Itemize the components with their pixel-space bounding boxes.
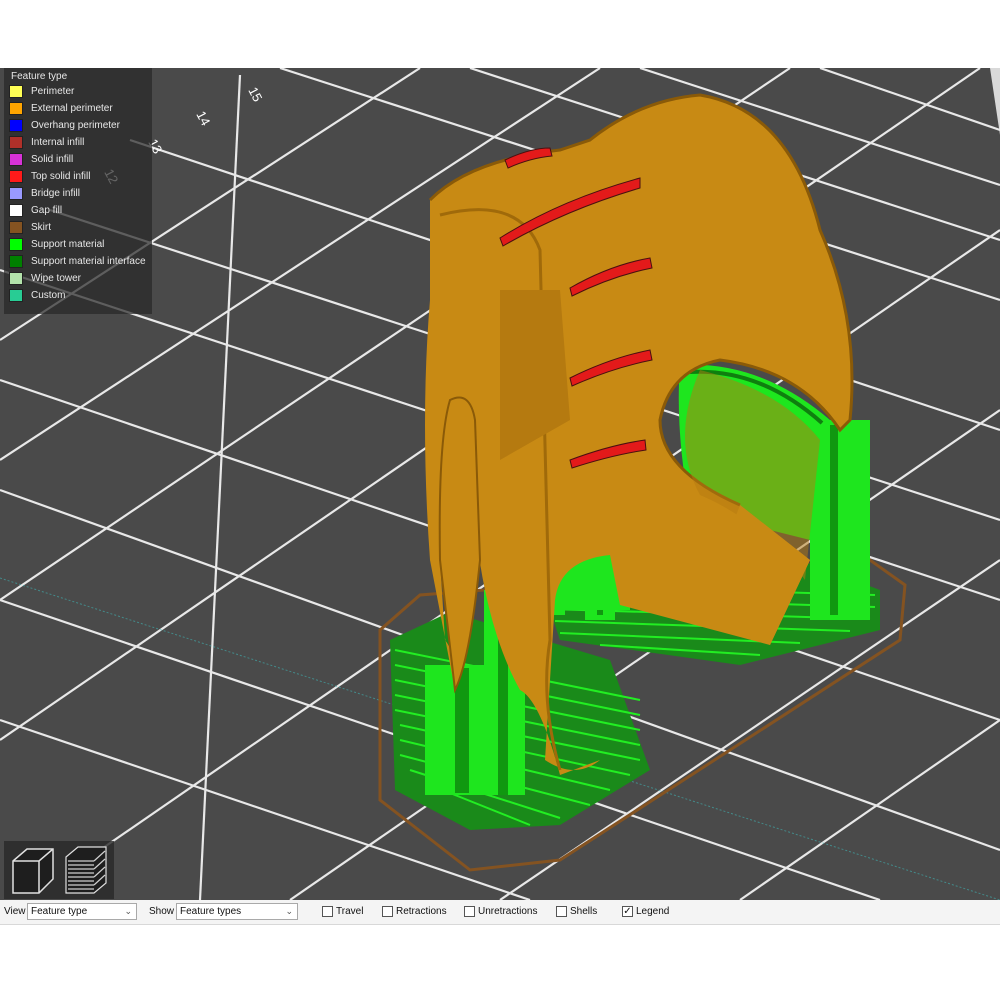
legend-item: Solid infill (9, 152, 151, 168)
3d-viewport[interactable]: 15 14 13 12 Feature type PerimeterExtern… (0, 68, 1000, 900)
unretractions-checkbox[interactable] (464, 906, 475, 917)
travel-label[interactable]: Travel (336, 906, 363, 917)
legend-item-label: External perimeter (31, 103, 113, 114)
travel-checkbox[interactable] (322, 906, 333, 917)
legend-item: Skirt (9, 220, 151, 236)
legend-item-label: Top solid infill (31, 171, 91, 182)
legend-item-label: Gap fill (31, 205, 63, 216)
shells-checkbox[interactable] (556, 906, 567, 917)
view-label: View (4, 906, 26, 917)
legend-color-swatch (9, 153, 23, 166)
cube-view-icon[interactable] (7, 843, 59, 897)
legend-item-label: Perimeter (31, 86, 75, 97)
legend-color-swatch (9, 289, 23, 302)
show-dropdown[interactable]: Feature types ⌄ (176, 903, 298, 920)
legend-title: Feature type (11, 71, 68, 82)
legend-color-swatch (9, 85, 23, 98)
legend-color-swatch (9, 102, 23, 115)
legend-item: Bridge infill (9, 186, 151, 202)
legend-item: Perimeter (9, 84, 151, 100)
legend-item-label: Custom (31, 290, 66, 301)
legend-item: Support material interface (9, 254, 151, 270)
legend-item-label: Skirt (31, 222, 51, 233)
legend-color-swatch (9, 119, 23, 132)
legend-label[interactable]: Legend (636, 906, 669, 917)
legend-item-label: Solid infill (31, 154, 74, 165)
view-dropdown-value: Feature type (31, 906, 88, 917)
show-label: Show (149, 906, 175, 917)
preview-toolbar: View Feature type ⌄ Show Feature types ⌄… (0, 900, 1000, 925)
chevron-down-icon: ⌄ (124, 906, 132, 916)
legend-item: External perimeter (9, 101, 151, 117)
legend-item: Top solid infill (9, 169, 151, 185)
legend-item: Custom (9, 288, 151, 304)
legend-color-swatch (9, 255, 23, 268)
legend-checkbox[interactable]: ✓ (622, 906, 633, 917)
legend-item: Wipe tower (9, 271, 151, 287)
retractions-label[interactable]: Retractions (396, 906, 447, 917)
view-cube-panel (4, 841, 114, 899)
legend-item: Support material (9, 237, 151, 253)
view-dropdown[interactable]: Feature type ⌄ (27, 903, 137, 920)
chevron-down-icon: ⌄ (285, 906, 293, 916)
bed-label-15: 15 (245, 84, 265, 104)
background-corner (990, 68, 1000, 135)
show-dropdown-value: Feature types (180, 906, 242, 917)
legend-item-label: Support material interface (31, 256, 146, 267)
legend-item: Gap fill (9, 203, 151, 219)
legend-color-swatch (9, 204, 23, 217)
retractions-checkbox[interactable] (382, 906, 393, 917)
legend-item-label: Wipe tower (31, 273, 82, 284)
unretractions-label[interactable]: Unretractions (478, 906, 537, 917)
legend-color-swatch (9, 170, 23, 183)
legend-color-swatch (9, 221, 23, 234)
shells-label[interactable]: Shells (570, 906, 597, 917)
bed-label-14: 14 (193, 108, 213, 128)
legend-color-swatch (9, 272, 23, 285)
legend-color-swatch (9, 238, 23, 251)
legend-item: Overhang perimeter (9, 118, 151, 134)
feature-type-legend: Feature type Perimeter External perimeter… (4, 68, 152, 314)
legend-item: Internal infill (9, 135, 151, 151)
legend-item-label: Internal infill (31, 137, 85, 148)
layers-view-icon[interactable] (60, 843, 112, 897)
legend-item-label: Support material (31, 239, 105, 250)
legend-item-label: Overhang perimeter (31, 120, 120, 131)
legend-color-swatch (9, 187, 23, 200)
legend-color-swatch (9, 136, 23, 149)
legend-item-label: Bridge infill (31, 188, 80, 199)
